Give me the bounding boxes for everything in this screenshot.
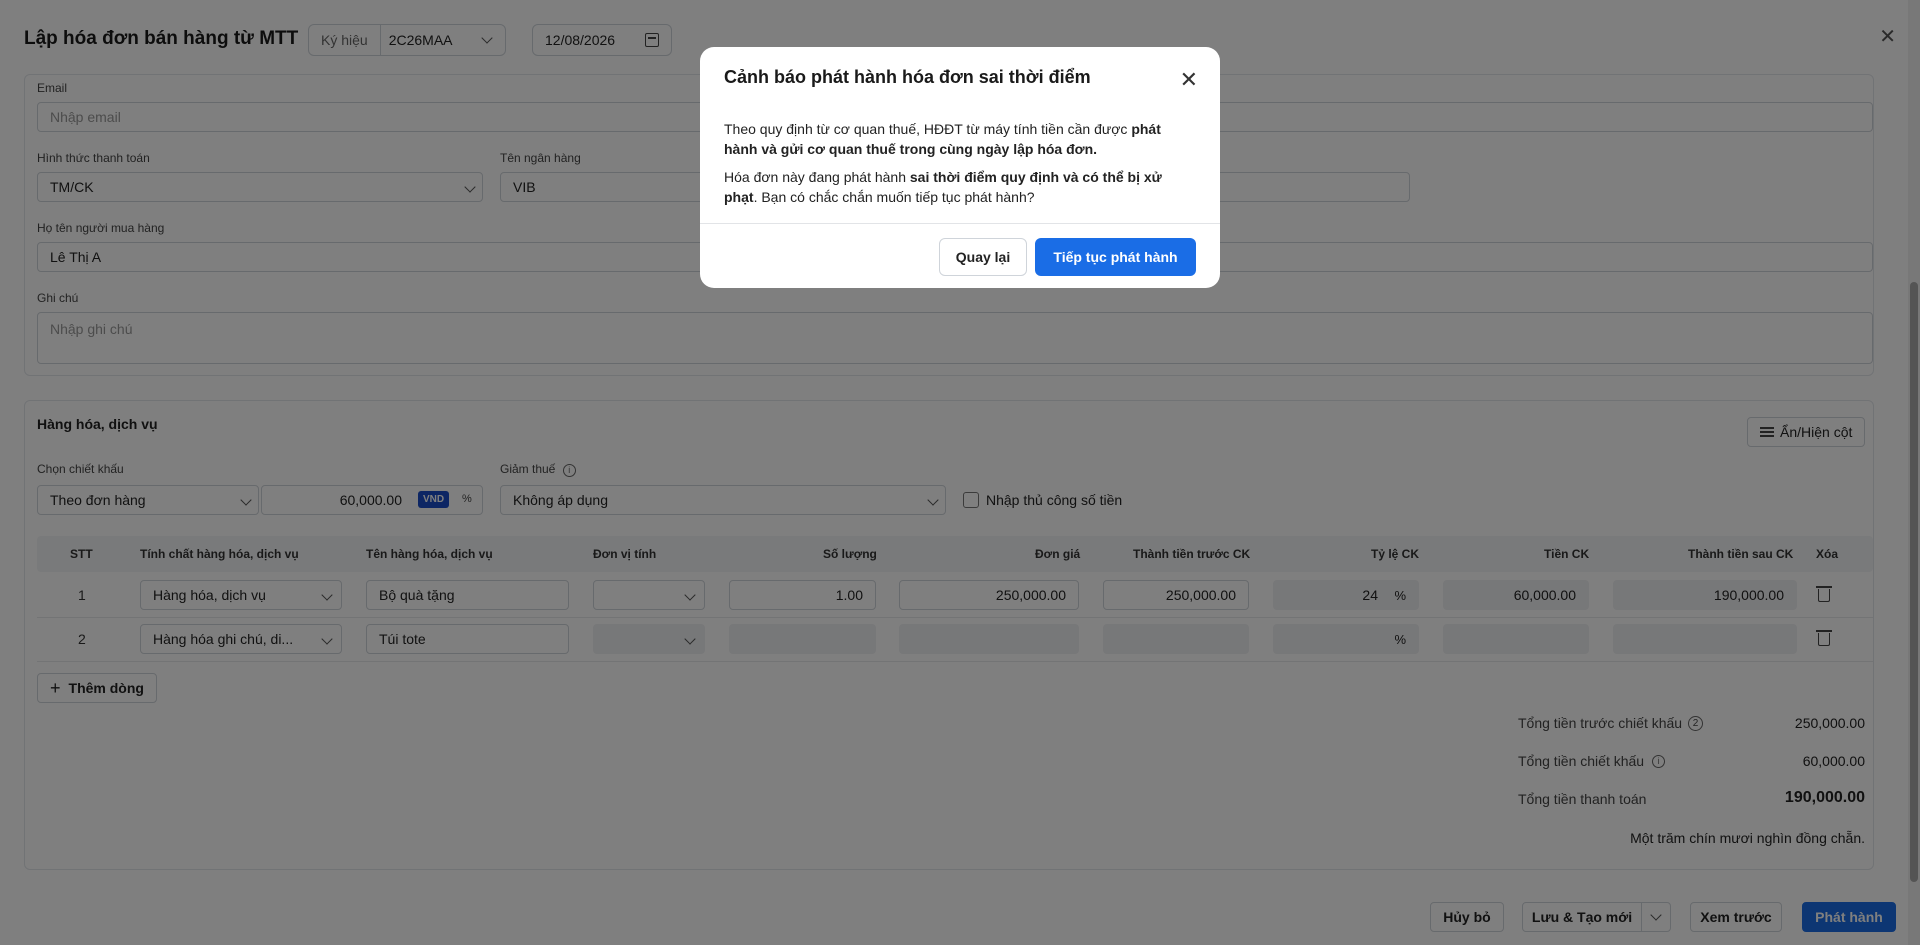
dialog-text: Hóa đơn này đang phát hành	[724, 169, 910, 185]
warning-dialog: Cảnh báo phát hành hóa đơn sai thời điểm…	[700, 47, 1220, 288]
dialog-text: . Bạn có chắc chắn muốn tiếp tục phát hà…	[753, 189, 1035, 205]
dialog-title: Cảnh báo phát hành hóa đơn sai thời điểm	[724, 67, 1091, 87]
dialog-paragraph-2: Hóa đơn này đang phát hành sai thời điểm…	[724, 167, 1196, 207]
dialog-divider	[700, 223, 1220, 224]
back-button[interactable]: Quay lại	[939, 238, 1027, 276]
dialog-paragraph-1: Theo quy định từ cơ quan thuế, HĐĐT từ m…	[724, 119, 1196, 159]
dialog-body: Theo quy định từ cơ quan thuế, HĐĐT từ m…	[724, 119, 1196, 215]
close-icon[interactable]: ✕	[1180, 67, 1198, 93]
dialog-text: Theo quy định từ cơ quan thuế, HĐĐT từ m…	[724, 121, 1132, 137]
continue-issue-button[interactable]: Tiếp tục phát hành	[1035, 238, 1196, 276]
